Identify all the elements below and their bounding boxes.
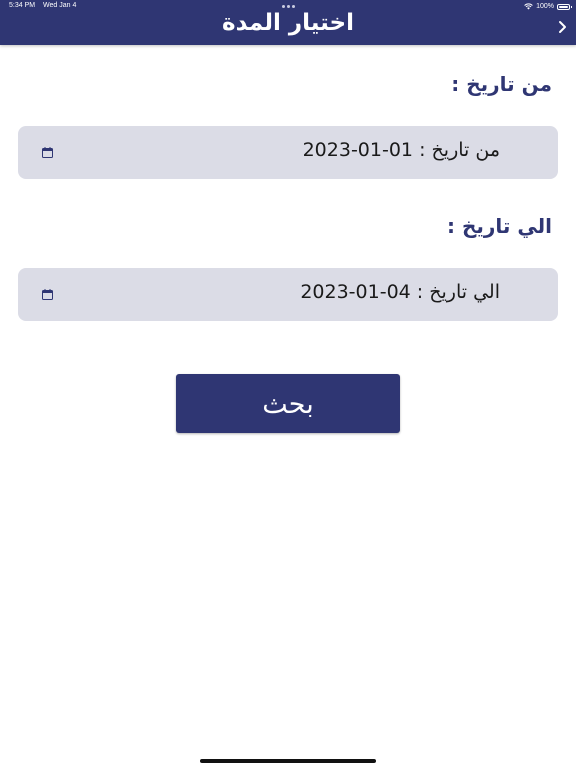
from-date-value: من تاريخ : 01-01-2023 <box>302 139 500 161</box>
calendar-icon[interactable] <box>42 147 53 158</box>
wifi-icon <box>524 3 533 10</box>
battery-icon <box>557 3 572 10</box>
to-date-label: الي تاريخ : <box>447 214 552 238</box>
battery-percent: 100% <box>536 3 554 10</box>
search-button[interactable]: بحث <box>176 374 400 433</box>
to-date-value: الي تاريخ : 04-01-2023 <box>300 281 500 303</box>
multitasking-dots-icon[interactable] <box>282 5 295 8</box>
status-time: 5:34 PM <box>9 2 36 9</box>
to-date-field[interactable]: الي تاريخ : 04-01-2023 <box>18 268 558 321</box>
from-date-field[interactable]: من تاريخ : 01-01-2023 <box>18 126 558 179</box>
chevron-right-icon <box>559 21 566 33</box>
back-button[interactable] <box>556 19 570 35</box>
status-date: Wed Jan 4 <box>43 2 77 9</box>
from-date-label: من تاريخ : <box>451 72 552 96</box>
calendar-icon[interactable] <box>42 289 53 300</box>
page-title: اختيار المدة <box>222 10 354 36</box>
app-header: 5:34 PM Wed Jan 4 100% اختيار المدة <box>0 0 576 45</box>
home-indicator[interactable] <box>200 759 376 763</box>
